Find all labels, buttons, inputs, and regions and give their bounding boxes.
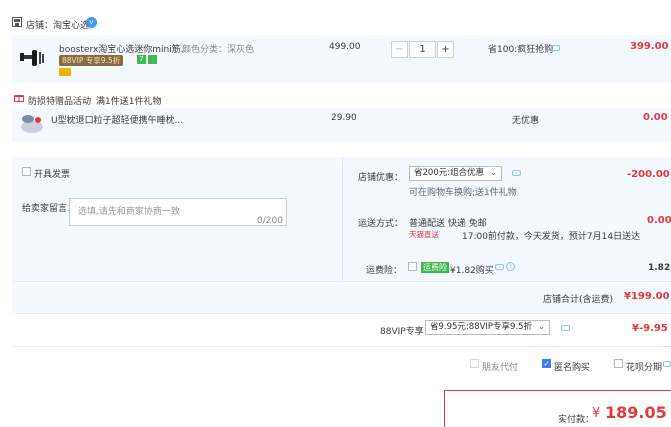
verified-icon: v [86, 17, 97, 28]
invoice-checkbox[interactable] [22, 167, 31, 176]
insurance-amount: 1.82 [648, 263, 671, 273]
card-icon [59, 68, 71, 76]
chevron-down-icon: ⌄ [489, 168, 497, 178]
vip-badge: 88VIP 专享9.5折 [59, 55, 124, 66]
gift-activity: 防损特赠品活动 [28, 97, 92, 107]
item-attr: 颜色分类：深灰色 [182, 45, 255, 55]
shop-discount-note: 可在购物车换购;送1件礼物 [409, 188, 517, 198]
shop-total-amount: ¥199.00 [624, 291, 670, 302]
vip-amount: ¥-9.95 [632, 323, 668, 334]
shop-discount-select[interactable]: 省200元:组合优惠 ⌄ [409, 166, 502, 181]
anonymous-label: 匿名购买 [554, 363, 591, 373]
gift-item-promo: 无优惠 [512, 116, 540, 126]
gift-item-title[interactable]: U型枕退口粒子超轻便携午睡枕... [51, 113, 183, 126]
divider [12, 346, 671, 347]
insurance-checkbox[interactable] [408, 262, 417, 271]
item-title[interactable]: boosterx淘宝心选迷你mini筋... [59, 42, 189, 55]
friend-pay-checkbox[interactable] [470, 359, 479, 368]
shop-total-label: 店铺合计(含运费) [543, 295, 614, 305]
chat-icon[interactable] [551, 45, 560, 51]
item-total: 399.00 [630, 41, 669, 52]
insurance-text: ¥1.82购买 [450, 266, 494, 276]
vip-label: 88VIP专享 [380, 327, 424, 337]
huabei-label: 花呗分期 [626, 363, 663, 373]
gift-rule: 满1件送1件礼物 [96, 97, 162, 107]
insurance-badge: 运费险 [421, 262, 449, 273]
gift-product-image-icon[interactable] [18, 111, 46, 137]
shop-icon [12, 17, 22, 27]
seven-day-icon: 7 [137, 55, 146, 64]
shipping-method: 普通配送 快递 免邮 [409, 219, 487, 229]
anonymous-checkbox[interactable]: ✓ [542, 359, 551, 368]
gift-item-total: 0.00 [643, 112, 668, 123]
gift-item-price: 29.90 [331, 113, 357, 123]
message-placeholder: 选填,请先和商家协商一致 [78, 207, 180, 217]
message-counter: 0/200 [257, 216, 283, 226]
help-icon[interactable]: ? [506, 262, 515, 271]
message-label: 给卖家留言： [22, 204, 77, 214]
gift-icon [14, 93, 24, 102]
shop-discount-label: 店铺优惠： [358, 173, 404, 183]
chat-icon[interactable] [663, 361, 671, 367]
friend-pay-label: 朋友代付 [482, 363, 519, 373]
tmall-tag: 天猫直送 [409, 230, 439, 239]
payment-amount: 189.05 [605, 403, 667, 422]
divider [12, 313, 671, 314]
chat-icon[interactable] [561, 325, 570, 331]
payment-currency: ¥ [592, 406, 601, 421]
shop-name[interactable]: 店铺：淘宝心选 [26, 18, 89, 31]
qty-plus-button[interactable]: + [437, 41, 454, 58]
shipping-eta: 17:00前付款，今天发货，预计7月14日送达 [462, 232, 641, 242]
guarantee-icon [148, 55, 157, 64]
vip-discount-select[interactable]: 省9.95元:88VIP专享9.5折 ⌄ [425, 320, 550, 335]
chevron-down-icon: ⌄ [537, 322, 545, 332]
payment-label: 实付款： [558, 415, 595, 425]
chat-icon[interactable] [495, 264, 504, 270]
shipping-amount: 0.00 [647, 215, 671, 226]
shipping-label: 运送方式： [358, 219, 404, 229]
invoice-label: 开具发票 [34, 170, 71, 180]
item-promo: 省100:疯狂抢购 [488, 45, 554, 55]
product-image-icon[interactable] [18, 44, 46, 72]
huabei-checkbox[interactable] [614, 359, 623, 368]
divider [342, 157, 343, 281]
shop-discount-selected: 省200元:组合优惠 [414, 168, 485, 178]
chat-icon[interactable] [512, 170, 521, 176]
qty-input[interactable]: 1 [409, 41, 436, 58]
item-price: 499.00 [329, 42, 361, 52]
shop-discount-amount: -200.00 [627, 169, 670, 180]
qty-minus-button[interactable]: − [391, 41, 408, 58]
vip-discount-selected: 省9.95元:88VIP专享9.5折 [430, 322, 533, 332]
insurance-label: 运费险： [366, 266, 403, 276]
